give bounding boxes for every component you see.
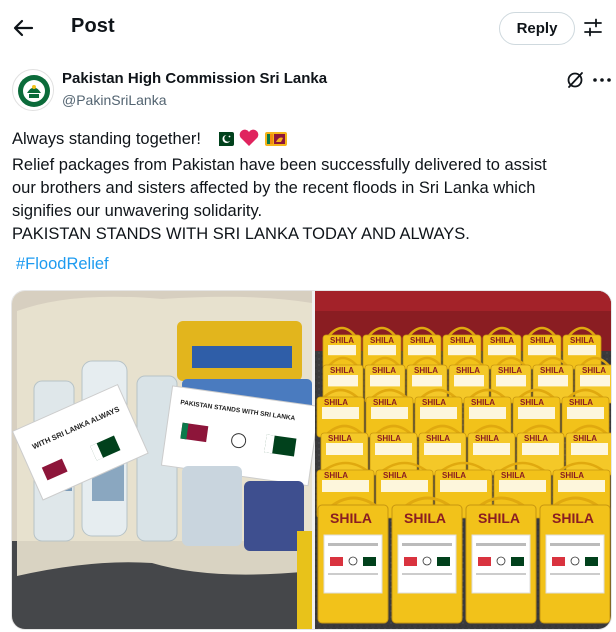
svg-text:SHILA: SHILA bbox=[530, 336, 554, 345]
svg-text:SHILA: SHILA bbox=[524, 434, 548, 443]
svg-text:SHILA: SHILA bbox=[377, 434, 401, 443]
svg-text:SHILA: SHILA bbox=[373, 398, 397, 407]
svg-text:SHILA: SHILA bbox=[540, 366, 564, 375]
emoji-row bbox=[206, 129, 287, 154]
svg-text:SHILA: SHILA bbox=[426, 434, 450, 443]
svg-text:SHILA: SHILA bbox=[414, 366, 438, 375]
page-title: Post bbox=[71, 15, 115, 37]
post-line-3: our brothers and sisters affected by the… bbox=[12, 179, 536, 197]
svg-text:SHILA: SHILA bbox=[501, 471, 525, 480]
svg-text:SHILA: SHILA bbox=[370, 336, 394, 345]
svg-text:SHILA: SHILA bbox=[582, 366, 606, 375]
red-heart-icon bbox=[239, 129, 259, 146]
svg-text:SHILA: SHILA bbox=[450, 336, 474, 345]
svg-text:SHILA: SHILA bbox=[324, 398, 348, 407]
svg-text:SHILA: SHILA bbox=[404, 510, 446, 526]
right-photo[interactable]: SHILA SHILA SHILA SHILA SHILA SHILA SHILA SHILA… bbox=[315, 291, 612, 630]
svg-text:SHILA: SHILA bbox=[475, 434, 499, 443]
svg-text:SHILA: SHILA bbox=[422, 398, 446, 407]
post-header: Post Reply bbox=[0, 0, 616, 56]
sri-lanka-flag-icon bbox=[264, 132, 287, 146]
svg-text:SHILA: SHILA bbox=[498, 366, 522, 375]
svg-text:SHILA: SHILA bbox=[330, 510, 372, 526]
post-line-1-text: Always standing together! bbox=[12, 130, 201, 148]
author-handle[interactable]: @PakinSriLanka bbox=[62, 92, 167, 108]
reply-button[interactable]: Reply bbox=[499, 12, 575, 45]
svg-text:SHILA: SHILA bbox=[410, 336, 434, 345]
svg-text:SHILA: SHILA bbox=[372, 366, 396, 375]
media-grid: WITH SRI LANKA ALWAYS PAKISTAN STANDS WI… bbox=[12, 291, 612, 630]
post-line-4: signifies our unwavering solidarity. bbox=[12, 202, 263, 220]
more-options-button[interactable] bbox=[591, 70, 613, 90]
hashtag-link[interactable]: #FloodRelief bbox=[16, 255, 109, 274]
grok-button[interactable] bbox=[565, 70, 585, 90]
svg-text:SHILA: SHILA bbox=[456, 366, 480, 375]
svg-text:SHILA: SHILA bbox=[490, 336, 514, 345]
svg-text:SHILA: SHILA bbox=[573, 434, 597, 443]
post-text: Always standing together! Relief package… bbox=[12, 128, 612, 246]
svg-text:SHILA: SHILA bbox=[328, 434, 352, 443]
svg-text:SHILA: SHILA bbox=[570, 336, 594, 345]
arrow-left-icon bbox=[13, 19, 34, 37]
post-media[interactable]: WITH SRI LANKA ALWAYS PAKISTAN STANDS WI… bbox=[11, 290, 612, 630]
grok-icon bbox=[567, 72, 583, 88]
svg-text:SHILA: SHILA bbox=[478, 510, 520, 526]
avatar[interactable] bbox=[12, 69, 54, 111]
svg-text:SHILA: SHILA bbox=[471, 398, 495, 407]
author-name[interactable]: Pakistan High Commission Sri Lanka bbox=[62, 70, 327, 87]
emblem-avatar bbox=[14, 71, 53, 110]
svg-text:SHILA: SHILA bbox=[330, 336, 354, 345]
more-icon bbox=[593, 78, 611, 82]
svg-text:SHILA: SHILA bbox=[324, 471, 348, 480]
svg-text:SHILA: SHILA bbox=[552, 510, 594, 526]
svg-text:SHILA: SHILA bbox=[383, 471, 407, 480]
left-photo[interactable]: WITH SRI LANKA ALWAYS PAKISTAN STANDS WI… bbox=[12, 291, 320, 630]
reply-settings-button[interactable] bbox=[582, 17, 604, 39]
back-button[interactable] bbox=[10, 14, 38, 42]
svg-text:SHILA: SHILA bbox=[442, 471, 466, 480]
svg-text:SHILA: SHILA bbox=[330, 366, 354, 375]
svg-text:SHILA: SHILA bbox=[560, 471, 584, 480]
post-line-1: Always standing together! bbox=[12, 128, 612, 154]
svg-text:SHILA: SHILA bbox=[520, 398, 544, 407]
sliders-icon bbox=[584, 18, 602, 37]
post-line-2: Relief packages from Pakistan have been … bbox=[12, 156, 547, 174]
pakistan-flag-icon bbox=[213, 132, 234, 146]
post-line-5: PAKISTAN STANDS WITH SRI LANKA TODAY AND… bbox=[12, 225, 470, 243]
svg-text:SHILA: SHILA bbox=[569, 398, 593, 407]
